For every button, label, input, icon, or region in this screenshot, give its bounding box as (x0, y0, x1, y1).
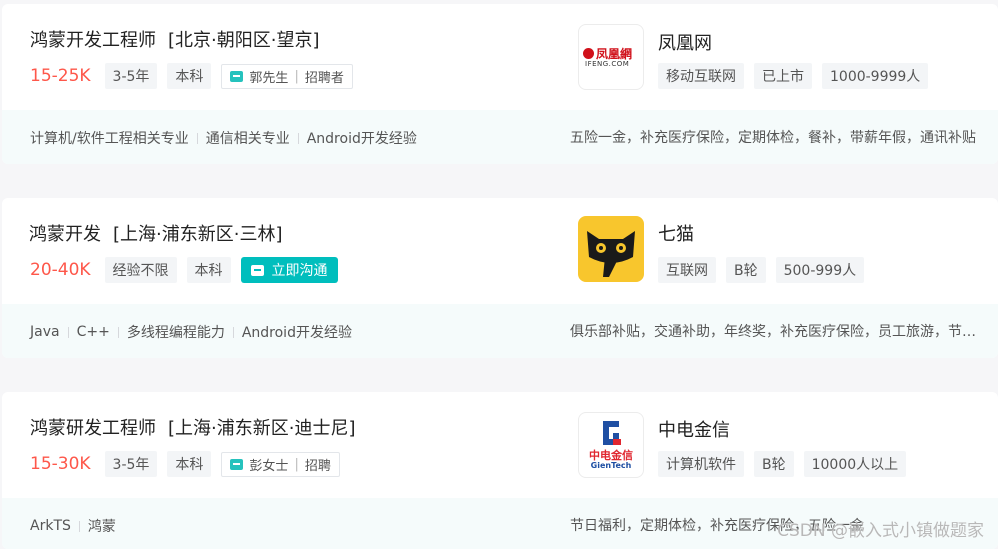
cat-logo-icon (579, 217, 643, 281)
recruiter-role: 招聘 (304, 458, 331, 474)
job-title[interactable]: 鸿蒙开发 [上海·浦东新区·三林] (29, 220, 283, 246)
company-name[interactable]: 中电金信 (658, 416, 730, 442)
recruiter-info[interactable]: 彭女士 | 招聘 (221, 451, 340, 477)
company-name[interactable]: 凤凰网 (658, 29, 712, 55)
skill-tag: Java (30, 324, 60, 340)
industry-tag: 计算机软件 (658, 451, 744, 477)
stage-tag: B轮 (754, 451, 794, 477)
industry-tag: 移动互联网 (658, 63, 744, 89)
salary: 15-25K (30, 66, 91, 86)
job-card[interactable]: 鸿蒙开发[上海·浦东新区·三林] 20-40K 经验不限 本科 立即沟通 七猫 (2, 198, 998, 358)
chat-bubble-icon (230, 70, 244, 82)
skill-list: 计算机/软件工程相关专业 通信相关专业 Android开发经验 (30, 128, 417, 148)
skill-list: ArkTS 鸿蒙 (30, 516, 116, 536)
degree-tag: 本科 (167, 451, 212, 477)
recruiter-info[interactable]: 郭先生 | 招聘者 (221, 63, 353, 89)
separator: | (294, 456, 299, 472)
recruiter-name: 彭女士 (249, 458, 289, 474)
company-logo[interactable]: 中电金信 GienTech (578, 412, 644, 478)
recruiter-role: 招聘者 (304, 70, 344, 86)
size-tag: 500-999人 (775, 257, 865, 283)
company-logo[interactable] (578, 216, 644, 282)
separator: | (294, 68, 299, 84)
skill-tag: Android开发经验 (241, 325, 352, 341)
industry-tag: 互联网 (658, 257, 716, 283)
degree-tag: 本科 (167, 63, 212, 89)
size-tag: 10000人以上 (803, 451, 907, 477)
phoenix-icon (583, 48, 594, 59)
skill-tag: 计算机/软件工程相关专业 (30, 131, 189, 147)
degree-tag: 本科 (186, 257, 231, 283)
chat-bubble-icon (250, 264, 264, 276)
welfare-text: 五险一金，补充医疗保险，定期体检，餐补，带薪年假，通讯补贴 (570, 130, 976, 146)
skill-tag: ArkTS (30, 518, 71, 534)
chat-bubble-icon (230, 458, 244, 470)
size-tag: 1000-9999人 (822, 63, 929, 89)
job-location: [北京·朝阳区·望京] (168, 30, 320, 51)
salary: 15-30K (30, 454, 91, 474)
skill-tag: C++ (76, 324, 110, 340)
welfare-text: 俱乐部补贴，交通补助，年终奖，补充医疗保险，员工旅游，节日福利 (570, 324, 980, 340)
chat-now-button[interactable]: 立即沟通 (240, 257, 338, 283)
experience-tag: 3-5年 (104, 63, 158, 89)
experience-tag: 3-5年 (104, 451, 158, 477)
divider (196, 132, 198, 144)
job-card[interactable]: 鸿蒙开发工程师 [北京·朝阳区·望京] 15-25K 3-5年 本科 郭先生 | … (2, 4, 998, 164)
stage-tag: 已上市 (754, 63, 812, 89)
salary: 20-40K (30, 260, 91, 280)
skill-tag: 多线程编程能力 (126, 325, 225, 341)
recruiter-name: 郭先生 (249, 70, 289, 86)
divider (297, 132, 299, 144)
divider (67, 326, 69, 338)
watermark: CSDN @嵌入式小镇做题家 (777, 521, 984, 541)
experience-tag: 经验不限 (104, 257, 177, 283)
job-location: [上海·浦东新区·三林] (113, 224, 283, 245)
skill-tag: 鸿蒙 (87, 519, 116, 535)
company-logo[interactable]: 凤凰網 IFENG.COM (578, 24, 644, 90)
skill-list: Java C++ 多线程编程能力 Android开发经验 (30, 322, 352, 342)
job-location: [上海·浦东新区·迪士尼] (168, 418, 356, 439)
job-title[interactable]: 鸿蒙研发工程师 [上海·浦东新区·迪士尼] (30, 414, 356, 440)
stage-tag: B轮 (726, 257, 766, 283)
skill-tag: Android开发经验 (306, 131, 417, 147)
company-name[interactable]: 七猫 (658, 220, 694, 246)
job-title[interactable]: 鸿蒙开发工程师 [北京·朝阳区·望京] (30, 26, 320, 52)
skill-tag: 通信相关专业 (205, 131, 290, 147)
divider (78, 520, 80, 532)
divider (117, 326, 119, 338)
divider (232, 326, 234, 338)
